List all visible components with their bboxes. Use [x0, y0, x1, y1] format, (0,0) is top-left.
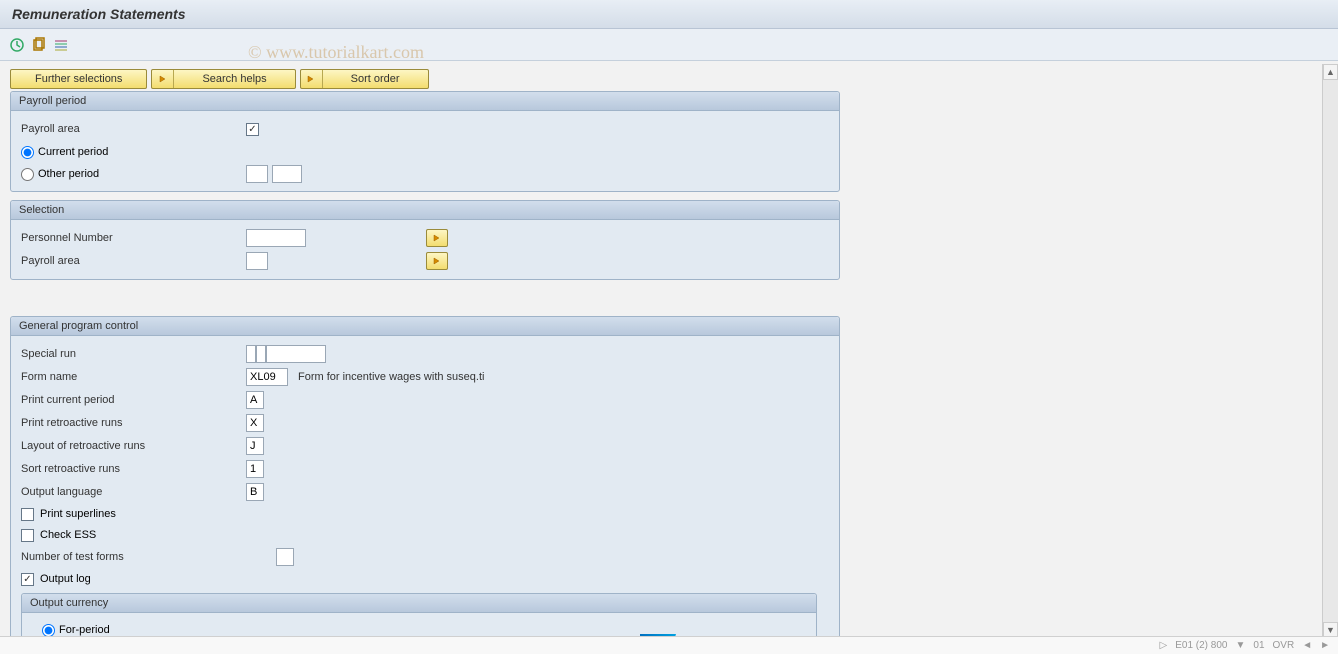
group-header: Output currency [22, 594, 816, 613]
for-period-radio[interactable] [42, 624, 55, 637]
current-period-label: Current period [38, 146, 108, 158]
output-log-label: Output log [40, 573, 91, 585]
output-language-input[interactable] [246, 483, 264, 501]
other-period-radio[interactable] [21, 168, 34, 181]
print-retroactive-runs-label: Print retroactive runs [21, 417, 246, 429]
special-run-input-c[interactable] [266, 345, 326, 363]
print-superlines-checkbox[interactable] [21, 508, 34, 521]
print-current-period-label: Print current period [21, 394, 246, 406]
group-header: Payroll period [11, 92, 839, 111]
output-log-checkbox[interactable]: ✓ [21, 573, 34, 586]
execute-icon[interactable] [8, 36, 26, 54]
status-session: E01 (2) 800 [1175, 640, 1227, 651]
further-selections-button[interactable]: Further selections [10, 69, 147, 89]
other-period-input-2[interactable] [272, 165, 302, 183]
special-run-label: Special run [21, 348, 246, 360]
button-label: Sort order [323, 73, 428, 85]
nav-left-icon[interactable]: ◄ [1302, 640, 1312, 651]
personnel-number-input[interactable] [246, 229, 306, 247]
check-ess-checkbox[interactable] [21, 529, 34, 542]
button-label: Further selections [35, 73, 122, 85]
print-retroactive-runs-input[interactable] [246, 414, 264, 432]
status-mode: OVR [1273, 640, 1295, 651]
group-header: General program control [11, 317, 839, 336]
multiple-selection-button[interactable] [426, 229, 448, 247]
selection-button-row: Further selections Search helps Sort ord… [10, 69, 1328, 89]
arrow-right-icon [301, 70, 323, 88]
output-language-label: Output language [21, 486, 246, 498]
other-period-label: Other period [38, 168, 242, 180]
window-title: Remuneration Statements [0, 0, 1338, 29]
toolbar [0, 29, 1338, 61]
layout-retroactive-runs-label: Layout of retroactive runs [21, 440, 246, 452]
sort-retroactive-runs-input[interactable] [246, 460, 264, 478]
print-current-period-input[interactable] [246, 391, 264, 409]
selection-group: Selection Personnel Number Payroll area [10, 200, 840, 280]
current-period-radio[interactable] [21, 146, 34, 159]
for-period-label: For-period [59, 624, 110, 636]
form-name-description: Form for incentive wages with suseq.ti [298, 371, 484, 383]
triangle-icon: ▷ [1160, 640, 1168, 651]
other-period-input-1[interactable] [246, 165, 268, 183]
general-program-control-group: General program control Special run Form… [10, 316, 840, 645]
payroll-period-group: Payroll period Payroll area ✓ Current pe… [10, 91, 840, 192]
number-test-forms-label: Number of test forms [21, 551, 246, 563]
vertical-scrollbar[interactable]: ▲ ▼ [1322, 64, 1338, 638]
check-ess-label: Check ESS [40, 529, 96, 541]
group-header: Selection [11, 201, 839, 220]
scroll-up-icon[interactable]: ▲ [1323, 64, 1338, 80]
sort-order-button[interactable]: Sort order [300, 69, 429, 89]
variant-icon[interactable] [30, 36, 48, 54]
layout-retroactive-runs-input[interactable] [246, 437, 264, 455]
number-test-forms-input[interactable] [276, 548, 294, 566]
payroll-area-label: Payroll area [21, 123, 246, 135]
personnel-number-label: Personnel Number [21, 232, 246, 244]
payroll-area-label: Payroll area [21, 255, 246, 267]
form-name-input[interactable] [246, 368, 288, 386]
content-area: Further selections Search helps Sort ord… [0, 61, 1338, 645]
print-superlines-label: Print superlines [40, 508, 116, 520]
arrow-right-icon [152, 70, 174, 88]
sort-retroactive-runs-label: Sort retroactive runs [21, 463, 246, 475]
multiple-selection-button[interactable] [426, 252, 448, 270]
search-helps-button[interactable]: Search helps [151, 69, 295, 89]
dropdown-icon[interactable]: ▼ [1235, 640, 1245, 651]
button-label: Search helps [174, 73, 294, 85]
payroll-area-checkbox[interactable]: ✓ [246, 123, 259, 136]
special-run-input-b[interactable] [256, 345, 266, 363]
nav-right-icon[interactable]: ► [1320, 640, 1330, 651]
form-name-label: Form name [21, 371, 246, 383]
status-client: 01 [1253, 640, 1264, 651]
special-run-input-a[interactable] [246, 345, 256, 363]
payroll-area-input[interactable] [246, 252, 268, 270]
list-icon[interactable] [52, 36, 70, 54]
status-bar: ▷ E01 (2) 800 ▼ 01 OVR ◄ ► [0, 636, 1338, 654]
